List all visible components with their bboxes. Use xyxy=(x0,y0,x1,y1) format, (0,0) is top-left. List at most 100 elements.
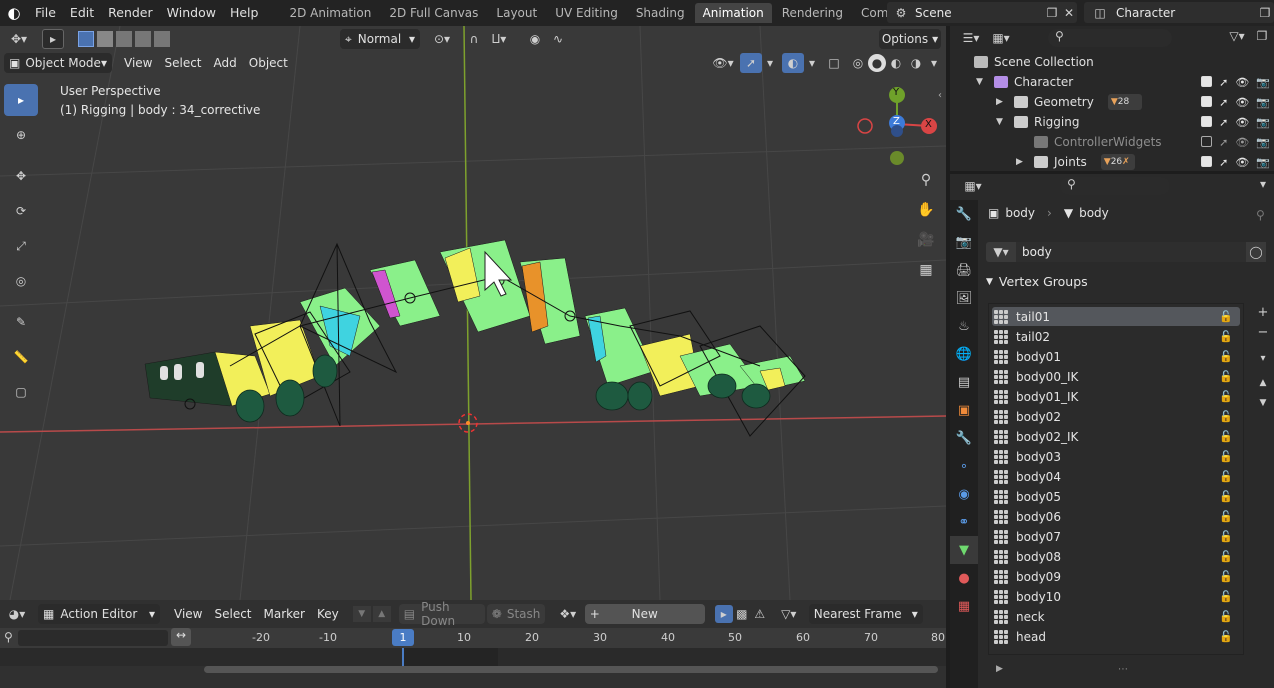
camera-icon[interactable]: 📷 xyxy=(1256,96,1270,109)
zoom-icon[interactable]: ⚲ xyxy=(914,168,938,192)
perspective-toggle-icon[interactable]: ▦ xyxy=(914,258,938,282)
pin-icon[interactable]: ⚲ xyxy=(1256,208,1265,222)
tab-shading[interactable]: Shading xyxy=(628,3,693,23)
editor-type-icon[interactable]: ✥▾ xyxy=(2,32,36,46)
lock-icon[interactable]: 🔓 xyxy=(1219,590,1233,603)
lock-icon[interactable]: 🔓 xyxy=(1219,310,1233,323)
menu-file[interactable]: File xyxy=(28,2,63,24)
tool-tab-icon[interactable]: 🔧 xyxy=(950,200,978,228)
menu-edit[interactable]: Edit xyxy=(63,2,101,24)
menu-key[interactable]: Key xyxy=(311,604,345,624)
exclude-checkbox[interactable] xyxy=(1201,75,1213,87)
expand-arrow-icon[interactable]: ▼ xyxy=(996,117,1010,127)
lock-icon[interactable]: 🔓 xyxy=(1219,610,1233,623)
camera-icon[interactable]: 📷 xyxy=(1256,116,1270,129)
move-down-icon[interactable]: ▼ xyxy=(1253,394,1273,412)
solid-shading-icon[interactable]: ● xyxy=(868,54,886,72)
horizontal-scrollbar[interactable] xyxy=(204,666,938,673)
menu-window[interactable]: Window xyxy=(160,2,223,24)
list-item[interactable]: body07 🔓 xyxy=(992,527,1240,546)
tab-layout[interactable]: Layout xyxy=(488,3,545,23)
lock-icon[interactable]: 🔓 xyxy=(1219,530,1233,543)
list-item[interactable]: body00_IK 🔓 xyxy=(992,367,1240,386)
specials-menu-icon[interactable]: ▾ xyxy=(1253,349,1273,367)
channel-search-input[interactable] xyxy=(18,630,168,646)
menu-select[interactable]: Select xyxy=(208,604,257,624)
annotate-tool-icon[interactable]: ✎ xyxy=(4,306,38,338)
list-resize-grip-icon[interactable]: ⋯ xyxy=(1118,664,1128,675)
camera-icon[interactable]: 📷 xyxy=(1256,156,1270,169)
expand-arrow-icon[interactable]: ▶ xyxy=(1016,157,1030,167)
measure-tool-icon[interactable]: 📏 xyxy=(4,341,38,373)
editor-type-icon[interactable]: ☰▾ xyxy=(956,31,986,45)
display-mode-icon[interactable]: ▦▾ xyxy=(986,31,1016,45)
list-item[interactable]: body04 🔓 xyxy=(992,467,1240,486)
sidebar-toggle-icon[interactable]: ‹ xyxy=(938,90,942,101)
select-subtract-icon[interactable] xyxy=(116,31,132,47)
list-item[interactable]: neck 🔓 xyxy=(992,607,1240,626)
mesh-browse-icon[interactable]: ▼▾ xyxy=(986,242,1016,262)
3d-viewport[interactable]: ✥▾ ▸ ⌖ Normal ▾ ⊙▾ ∩ ⨿▾ ◉ ∿ Options ▾ ▣ … xyxy=(0,26,946,600)
eye-icon[interactable]: 👁 xyxy=(1235,116,1249,129)
outliner-row-geometry[interactable]: ▶ Geometry ▼ 28 ➚ 👁 📷 xyxy=(950,92,1274,112)
list-item[interactable]: body10 🔓 xyxy=(992,587,1240,606)
xray-icon[interactable]: □ xyxy=(824,56,844,70)
list-item[interactable]: body02 🔓 xyxy=(992,407,1240,426)
tab-uv-editing[interactable]: UV Editing xyxy=(547,3,626,23)
list-item[interactable]: body06 🔓 xyxy=(992,507,1240,526)
properties-search-input[interactable]: ⚲ xyxy=(1060,177,1170,195)
rendered-shading-icon[interactable]: ◑ xyxy=(906,56,926,70)
render-tab-icon[interactable]: 📷 xyxy=(950,228,978,256)
chevron-down-icon[interactable]: ▾ xyxy=(1256,177,1270,191)
camera-icon[interactable]: 📷 xyxy=(1256,76,1270,89)
list-item[interactable]: body09 🔓 xyxy=(992,567,1240,586)
tab-rendering[interactable]: Rendering xyxy=(774,3,851,23)
menu-view[interactable]: View xyxy=(168,604,208,624)
options-dropdown[interactable]: Options ▾ xyxy=(879,29,941,49)
lock-icon[interactable]: 🔓 xyxy=(1219,430,1233,443)
vertex-groups-panel-header[interactable]: ▼ Vertex Groups xyxy=(986,274,1088,289)
lock-icon[interactable]: 🔓 xyxy=(1219,350,1233,363)
outliner-row-rigging[interactable]: ▼ Rigging ➚ 👁 📷 xyxy=(950,112,1274,132)
camera-icon[interactable]: 📷 xyxy=(1256,136,1270,149)
show-hidden-icon[interactable]: ▩ xyxy=(733,607,751,621)
lock-icon[interactable]: 🔓 xyxy=(1219,410,1233,423)
outliner-row-controllerwidgets[interactable]: ControllerWidgets ➚ 👁 📷 xyxy=(950,132,1274,152)
layer-down-icon[interactable]: ▼ xyxy=(352,606,371,622)
exclude-checkbox[interactable] xyxy=(1201,155,1213,167)
frame-ruler[interactable]: ⚲ ↔ -20 -10 10 20 30 40 50 60 70 80 xyxy=(0,628,946,648)
menu-object[interactable]: Object xyxy=(243,53,294,73)
snap-icon[interactable]: ∩ xyxy=(464,32,484,46)
copy-view-layer-icon[interactable]: ❐ xyxy=(1256,6,1274,20)
select-arrow-icon[interactable]: ➚ xyxy=(1219,116,1228,129)
exclude-checkbox[interactable] xyxy=(1201,115,1213,127)
menu-add[interactable]: Add xyxy=(208,53,243,73)
modifier-tab-icon[interactable]: 🔧 xyxy=(950,424,978,452)
only-errors-icon[interactable]: ⚠ xyxy=(751,607,769,621)
material-shading-icon[interactable]: ◐ xyxy=(886,56,906,70)
filter-icon[interactable]: ▽▾ xyxy=(1222,29,1252,43)
select-new-icon[interactable] xyxy=(78,31,94,47)
lock-icon[interactable]: 🔓 xyxy=(1219,630,1233,643)
keyframe-area[interactable] xyxy=(0,648,946,666)
eye-icon[interactable]: 👁 xyxy=(1235,96,1249,109)
eye-icon[interactable]: 👁 xyxy=(1235,136,1249,149)
list-item[interactable]: body03 🔓 xyxy=(992,447,1240,466)
action-browse-icon[interactable]: ❖▾ xyxy=(553,607,583,621)
lock-icon[interactable]: 🔓 xyxy=(1219,550,1233,563)
select-extend-icon[interactable] xyxy=(97,31,113,47)
gizmo-toggle-icon[interactable]: ➚ xyxy=(740,53,762,73)
collection-tab-icon[interactable]: ▤ xyxy=(950,368,978,396)
add-vertex-group-icon[interactable]: + xyxy=(1253,303,1273,321)
lock-icon[interactable]: 🔓 xyxy=(1219,450,1233,463)
lock-icon[interactable]: 🔓 xyxy=(1219,370,1233,383)
eye-icon[interactable]: 👁 xyxy=(1235,76,1249,89)
list-filter-toggle-icon[interactable]: ▶ xyxy=(996,664,1003,674)
current-frame-indicator[interactable]: 1 xyxy=(392,629,414,646)
list-item[interactable]: body01 🔓 xyxy=(992,347,1240,366)
pan-hand-icon[interactable]: ✋ xyxy=(914,198,938,222)
tab-2d-animation[interactable]: 2D Animation xyxy=(281,3,379,23)
move-up-icon[interactable]: ▲ xyxy=(1253,374,1273,392)
filter-icon[interactable]: ▽▾ xyxy=(775,607,803,621)
constraints-tab-icon[interactable]: ⚭ xyxy=(950,508,978,536)
